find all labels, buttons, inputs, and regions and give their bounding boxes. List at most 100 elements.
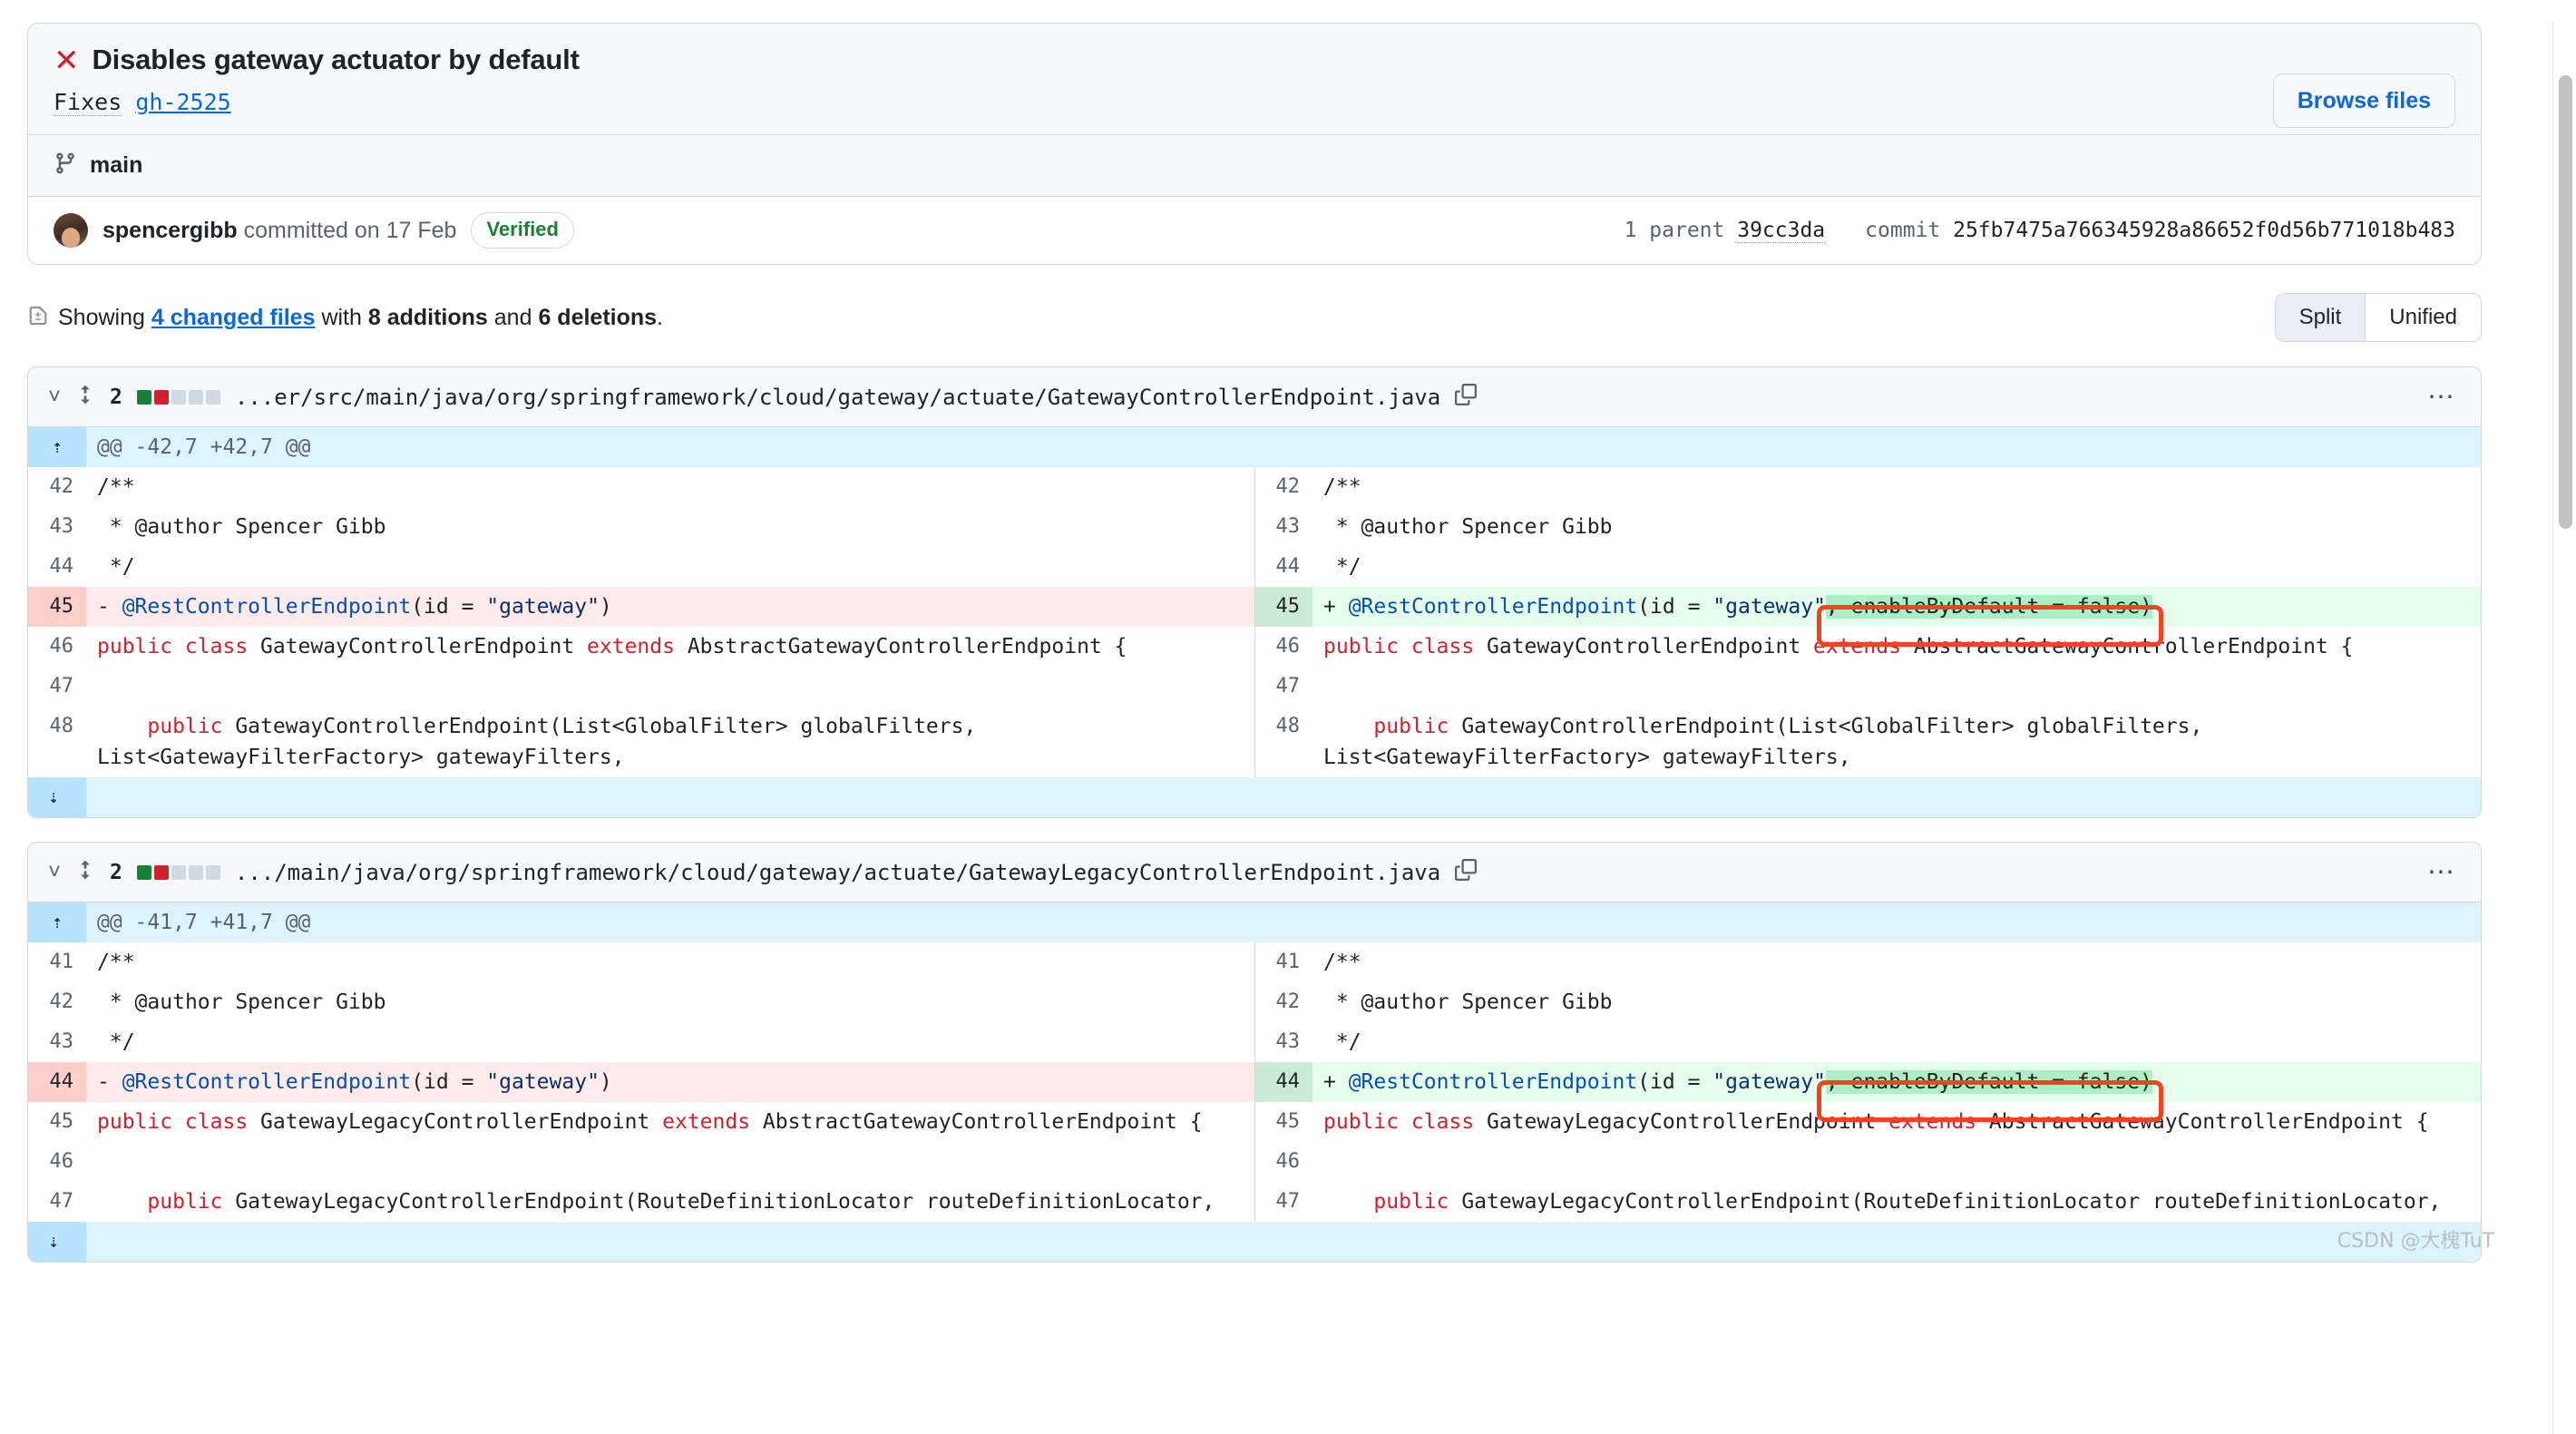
tab-split[interactable]: Split [2275,294,2366,341]
expand-down-area[interactable] [86,1222,2481,1262]
expand-down-button[interactable]: ⇣ [28,1222,86,1262]
browse-files-button[interactable]: Browse files [2272,73,2455,128]
unfold-icon[interactable] [75,383,95,411]
code-token: "gateway" [1712,595,1826,619]
expand-down-row[interactable]: ⇣ [28,1222,2481,1262]
code-token: AbstractGatewayControllerEndpoint { [1988,1110,2429,1134]
diff-sign: - [97,595,122,619]
commit-sha[interactable]: 25fb7475a766345928a86652f0d56b771018b483 [1953,219,2455,242]
diff-file-header: ˅ 2 .../main/java/org/springframework/clou… [28,843,2481,902]
code-token: GatewayLegacyControllerEndpoint [1487,1110,1889,1134]
author-username[interactable]: spencergibb [102,218,238,243]
x-icon: ✕ [54,43,80,79]
summary-and: and [493,305,532,330]
expand-down-area[interactable] [86,777,2481,817]
code-token: * @author Spencer Gibb [1323,515,1613,539]
commit-title-section: ✕ Disables gateway actuator by default F… [28,24,2481,134]
diff-line-context: public GatewayLegacyControllerEndpoint(R… [1312,1182,2481,1222]
code-token: (id = [411,1070,487,1094]
line-number-new: 46 [1275,635,1301,658]
issue-link[interactable]: gh-2525 [135,89,230,115]
commit-diff-page: ✕ Disables gateway actuator by default F… [0,23,2534,1263]
line-number-old: 42 [49,475,74,498]
page-title: Disables gateway actuator by default [92,44,580,75]
diff-line-added: + @RestControllerEndpoint(id = "gateway"… [1312,1062,2481,1102]
diff-view-toggle: Split Unified [2274,293,2482,342]
line-number-old: 45 [28,587,86,627]
diff-table: ⇡ @@ -42,7 +42,7 @@ 42 /** 42 /** 43 * @author… [28,427,2481,817]
diff-line-context [86,667,1255,707]
changed-files-link[interactable]: 4 changed files [151,305,316,330]
line-number-old: 44 [49,555,74,578]
code-token: public [1323,715,1462,738]
diff-line-context: * @author Spencer Gibb [1312,507,2481,547]
diff-line-context: /** [1312,942,2481,982]
diff-row: 46 public class GatewayControllerEndpoint… [28,627,2481,667]
hunk-header-row: ⇡ @@ -41,7 +41,7 @@ [28,902,2481,942]
avatar[interactable] [54,213,88,248]
diffstat [136,389,220,405]
file-change-count: 2 [110,860,122,884]
kebab-horizontal-icon[interactable]: ⋯ [2427,383,2457,410]
chevron-down-icon[interactable]: ˅ [48,385,61,408]
diff-row: 42 /** 42 /** [28,467,2481,507]
line-number-new: 42 [1275,475,1301,498]
code-token: * @author Spencer Gibb [97,990,386,1014]
branch-name[interactable]: main [90,152,142,179]
diff-line-context: */ [86,1022,1255,1062]
hunk-header-row: ⇡ @@ -42,7 +42,7 @@ [28,427,2481,467]
code-token: (id = [411,595,487,619]
diff-line-context: */ [1312,547,2481,587]
diff-line-context: /** [1312,467,2481,507]
copy-icon[interactable] [1455,859,1478,885]
diff-line-context: public class GatewayLegacyControllerEndp… [1312,1102,2481,1142]
line-number-new: 47 [1275,675,1301,697]
line-number-old: 47 [49,1190,74,1213]
diffstat-square [136,864,151,880]
commit-title-row: ✕ Disables gateway actuator by default [54,42,2455,78]
code-token: */ [97,555,135,579]
page-scrollbar[interactable] [2552,23,2576,1434]
expand-up-button[interactable]: ⇡ [28,902,86,942]
file-path[interactable]: ...er/src/main/java/org/springframework/… [235,384,1440,411]
file-path[interactable]: .../main/java/org/springframework/cloud/… [235,859,1440,886]
line-number-old: 46 [49,1150,74,1173]
commit-description: Fixes gh-2525 [54,87,2455,118]
files-container: ˅ 2 ...er/src/main/java/org/springframewor… [0,366,2534,1263]
line-number-old: 46 [49,635,74,658]
expand-down-row[interactable]: ⇣ [28,777,2481,817]
commit-label: commit [1865,219,1941,242]
scrollbar-thumb[interactable] [2559,75,2572,529]
diff-row: 45- @RestControllerEndpoint(id = "gatewa… [28,587,2481,627]
diffstat-square [205,389,220,405]
code-token: */ [1323,555,1361,579]
status-badge[interactable]: Verified [471,212,574,249]
code-token: extends [587,635,688,658]
unfold-icon[interactable] [75,858,95,886]
diff-row: 43 * @author Spencer Gibb 43 * @author Sp… [28,507,2481,547]
expand-up-button[interactable]: ⇡ [28,427,86,467]
code-token: (id = [1637,1070,1713,1094]
diffstat-square [188,864,203,880]
code-token: @RestControllerEndpoint [1348,1070,1638,1094]
copy-icon[interactable] [1455,384,1478,410]
diff-row: 44 */ 44 */ [28,547,2481,587]
diff-sign: + [1323,595,1349,619]
line-number-old: 48 [49,715,74,737]
diff-line-context: public class GatewayLegacyControllerEndp… [86,1102,1255,1142]
parent-sha[interactable]: 39cc3da [1737,219,1826,243]
code-token: GatewayLegacyControllerEndpoint(RouteDef… [1461,1190,2442,1214]
code-token: extends [1813,635,1914,658]
commit-description-prefix: Fixes [54,89,122,116]
diff-line-context: */ [1312,1022,2481,1062]
kebab-horizontal-icon[interactable]: ⋯ [2427,858,2457,885]
tab-unified[interactable]: Unified [2365,294,2481,341]
line-number-new: 41 [1275,951,1301,973]
diff-line-context [1312,1142,2481,1182]
diff-row: 47 47 [28,667,2481,707]
diff-file-block: ˅ 2 ...er/src/main/java/org/springframewor… [27,366,2482,818]
code-token: public [97,1190,236,1214]
chevron-down-icon[interactable]: ˅ [48,861,61,883]
expand-down-button[interactable]: ⇣ [28,777,86,817]
line-number-new: 48 [1275,715,1301,737]
